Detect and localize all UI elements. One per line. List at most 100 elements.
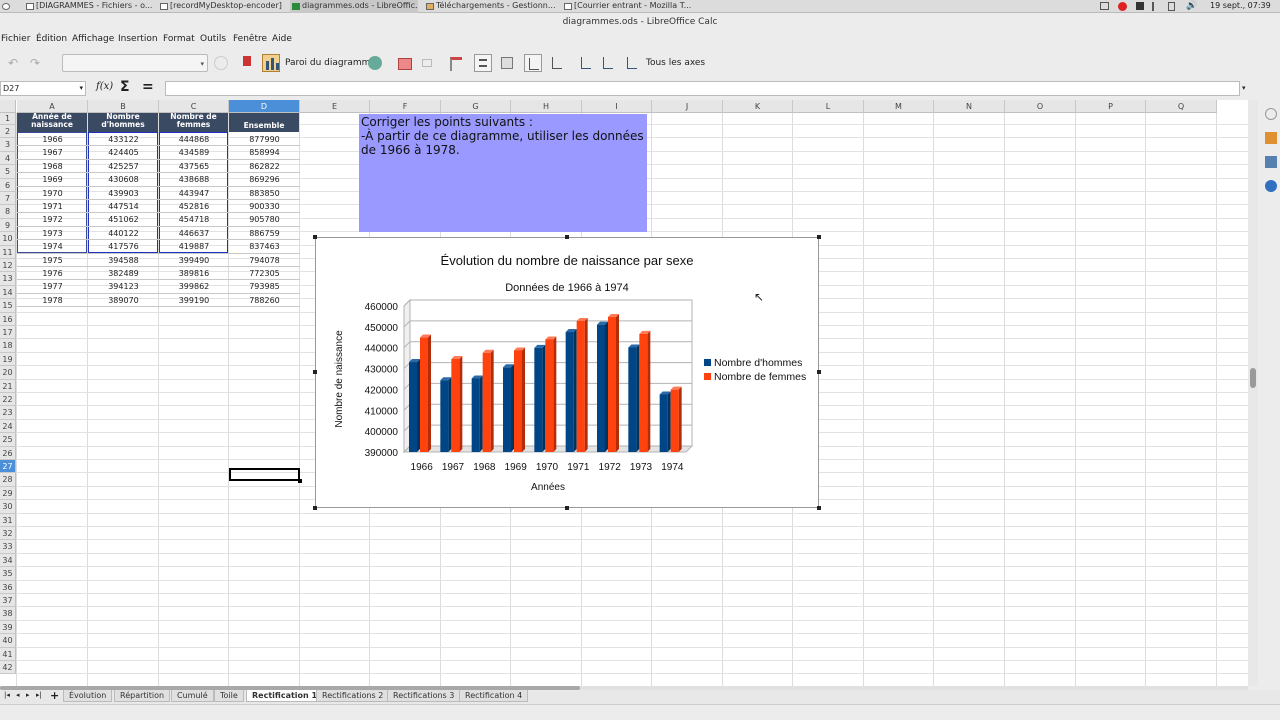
row-header-20[interactable]: 20	[0, 366, 16, 380]
format-selection-icon[interactable]	[214, 56, 228, 70]
row-header-7[interactable]: 7	[0, 192, 16, 206]
row-header-29[interactable]: 29	[0, 486, 16, 501]
table-cell[interactable]: 794078	[229, 254, 300, 267]
column-header-g[interactable]: G	[441, 100, 511, 113]
data-ranges-icon[interactable]	[420, 54, 434, 72]
sheet-tab-rectifications-3[interactable]: Rectifications 3	[387, 690, 461, 702]
row-header-35[interactable]: 35	[0, 567, 16, 581]
stop-icon[interactable]	[1136, 2, 1144, 10]
column-header-b[interactable]: B	[88, 100, 159, 113]
row-header-1[interactable]: 1	[0, 113, 16, 125]
table-cell[interactable]: 1976	[17, 267, 88, 280]
prev-sheet-icon[interactable]: ◂	[16, 691, 20, 699]
table-cell[interactable]: 858994	[229, 146, 300, 159]
row-header-4[interactable]: 4	[0, 151, 16, 166]
resize-handle-t[interactable]	[565, 235, 569, 239]
table-header-cell[interactable]: Nombre d'hommes	[88, 113, 158, 132]
resize-handle-tr[interactable]	[817, 235, 821, 239]
navigator-icon[interactable]	[1265, 180, 1277, 192]
column-header-i[interactable]: I	[582, 100, 652, 113]
row-header-10[interactable]: 10	[0, 232, 16, 246]
instruction-text-box[interactable]: Corriger les points suivants : -À partir…	[359, 114, 647, 232]
table-cell[interactable]: 869296	[229, 173, 300, 186]
styles-icon[interactable]	[1265, 132, 1277, 144]
volume-icon[interactable]: 🔊	[1186, 1, 1197, 11]
column-header-p[interactable]: P	[1076, 100, 1146, 113]
column-header-k[interactable]: K	[723, 100, 793, 113]
row-header-42[interactable]: 42	[0, 661, 16, 675]
sheet-tab-evolution[interactable]: Évolution	[63, 690, 113, 702]
table-cell[interactable]: 883850	[229, 187, 300, 200]
row-header-39[interactable]: 39	[0, 620, 16, 635]
gallery-icon[interactable]	[1265, 156, 1277, 168]
sheet-tab-rectifications-2[interactable]: Rectifications 2	[316, 690, 390, 702]
vertical-scrollbar[interactable]	[1248, 100, 1258, 686]
table-cell[interactable]: 1977	[17, 280, 88, 293]
formula-input[interactable]	[165, 81, 1240, 96]
next-sheet-icon[interactable]: ▸	[26, 691, 30, 699]
row-header-41[interactable]: 41	[0, 647, 16, 661]
column-header-f[interactable]: F	[370, 100, 441, 113]
horizontal-grids-icon[interactable]	[524, 54, 542, 72]
data-table-icon[interactable]	[396, 54, 414, 72]
fill-handle[interactable]	[298, 479, 302, 483]
table-cell[interactable]: 399862	[159, 280, 229, 293]
legend-on-off-icon[interactable]	[474, 54, 492, 72]
task-item-thunderbird[interactable]: [Courrier entrant - Mozilla T...	[562, 0, 692, 13]
table-cell[interactable]: 382489	[88, 267, 159, 280]
chart-type-icon[interactable]	[240, 54, 254, 72]
table-cell[interactable]: 394123	[88, 280, 159, 293]
row-header-14[interactable]: 14	[0, 285, 16, 300]
row-header-21[interactable]: 21	[0, 379, 16, 393]
row-header-8[interactable]: 8	[0, 205, 16, 219]
first-sheet-icon[interactable]: |◂	[4, 691, 10, 699]
row-header-28[interactable]: 28	[0, 473, 16, 487]
last-sheet-icon[interactable]: ▸|	[36, 691, 42, 699]
sheet-tab-cumule[interactable]: Cumulé	[171, 690, 214, 702]
sheet-tab-rectification-4[interactable]: Rectification 4	[459, 690, 529, 702]
table-header-cell[interactable]: Année de naissance	[17, 113, 87, 132]
sheet-tab-repartition[interactable]: Répartition	[114, 690, 171, 702]
table-cell[interactable]: 399490	[159, 254, 229, 267]
column-header-l[interactable]: L	[793, 100, 864, 113]
resize-handle-bl[interactable]	[313, 506, 317, 510]
table-cell[interactable]: 1975	[17, 254, 88, 267]
row-header-9[interactable]: 9	[0, 218, 16, 233]
column-header-d[interactable]: D	[229, 100, 300, 113]
row-header-5[interactable]: 5	[0, 165, 16, 179]
row-header-33[interactable]: 33	[0, 540, 16, 554]
screen-icon[interactable]	[1100, 2, 1109, 10]
equals-icon[interactable]: =	[142, 79, 154, 95]
row-header-11[interactable]: 11	[0, 245, 16, 259]
all-axes-icon[interactable]	[624, 54, 640, 72]
sheet-tab-rectification-1[interactable]: Rectification 1	[246, 690, 324, 702]
scroll-thumb[interactable]	[1250, 368, 1256, 388]
menu-insertion[interactable]: Insertion	[118, 31, 158, 47]
table-cell[interactable]: 1978	[17, 294, 88, 307]
cell-cursor-d27[interactable]	[229, 468, 300, 481]
expand-formula-icon[interactable]: ▾	[1242, 81, 1250, 96]
chart-object[interactable]: Évolution du nombre de naissance par sex…	[315, 237, 819, 508]
table-cell[interactable]: 394588	[88, 254, 159, 267]
table-cell[interactable]: 389070	[88, 294, 159, 307]
resize-handle-tl[interactable]	[313, 235, 317, 239]
row-header-19[interactable]: 19	[0, 352, 16, 367]
undo-icon[interactable]: ↶	[8, 54, 20, 72]
row-header-25[interactable]: 25	[0, 433, 16, 447]
resize-handle-b[interactable]	[565, 506, 569, 510]
row-header-18[interactable]: 18	[0, 339, 16, 353]
row-header-30[interactable]: 30	[0, 500, 16, 514]
all-axes-label[interactable]: Tous les axes	[646, 54, 705, 72]
row-header-27[interactable]: 27	[0, 460, 16, 474]
row-header-24[interactable]: 24	[0, 419, 16, 434]
sheet-tab-toile[interactable]: Toile	[214, 690, 244, 702]
record-icon[interactable]	[1118, 2, 1127, 11]
menu-outils[interactable]: Outils	[200, 31, 226, 47]
redo-icon[interactable]: ↷	[30, 54, 42, 72]
row-header-16[interactable]: 16	[0, 312, 16, 326]
row-header-22[interactable]: 22	[0, 393, 16, 407]
column-header-c[interactable]: C	[159, 100, 229, 113]
table-header-cell[interactable]: Ensemble	[229, 113, 299, 132]
task-item-downloads[interactable]: Téléchargements - Gestionn...	[424, 0, 564, 13]
clock[interactable]: 19 sept., 07:39	[1210, 0, 1271, 12]
